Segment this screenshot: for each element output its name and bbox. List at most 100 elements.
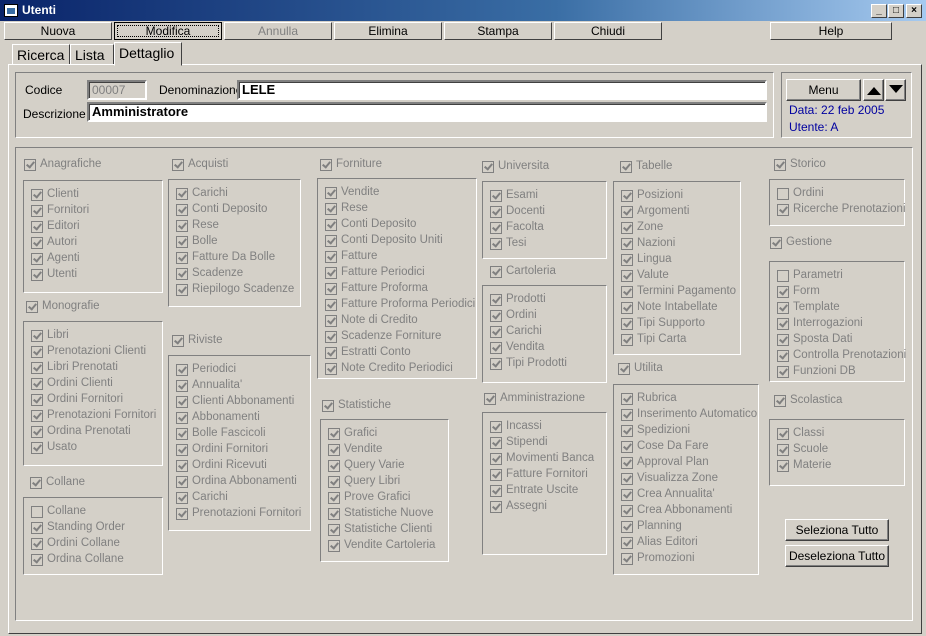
- checkbox-acquisti-scadenze[interactable]: Scadenze: [176, 267, 243, 282]
- checkbox-collane-collane[interactable]: Collane: [31, 505, 86, 520]
- checkbox-gestione-form[interactable]: Form: [777, 285, 820, 300]
- maximize-button[interactable]: □: [888, 4, 904, 18]
- checkbox-tabelle-nazioni[interactable]: Nazioni: [621, 237, 675, 252]
- checkbox-storico-ordini[interactable]: Ordini: [777, 187, 824, 202]
- checkbox-forniture-fatture-proforma[interactable]: Fatture Proforma: [325, 282, 428, 297]
- checkbox-riviste-annualita[interactable]: Annualita': [176, 379, 242, 394]
- checkbox-universita-tesi[interactable]: Tesi: [490, 237, 526, 252]
- group-universita-checkbox[interactable]: Universita: [482, 160, 549, 175]
- checkbox-forniture-conti-deposito-uniti[interactable]: Conti Deposito Uniti: [325, 234, 443, 249]
- checkbox-anagrafiche-clienti[interactable]: Clienti: [31, 188, 79, 203]
- checkbox-tabelle-tipi-carta[interactable]: Tipi Carta: [621, 333, 686, 348]
- checkbox-forniture-fatture-proforma-periodici[interactable]: Fatture Proforma Periodici: [325, 298, 475, 313]
- group-monografie-checkbox[interactable]: Monografie: [26, 300, 100, 315]
- checkbox-amministrazione-movimenti-banca[interactable]: Movimenti Banca: [490, 452, 594, 467]
- checkbox-cartoleria-carichi[interactable]: Carichi: [490, 325, 542, 340]
- checkbox-utilita-planning[interactable]: Planning: [621, 520, 682, 535]
- checkbox-statistiche-prove-grafici[interactable]: Prove Grafici: [328, 491, 410, 506]
- checkbox-universita-docenti[interactable]: Docenti: [490, 205, 545, 220]
- checkbox-riviste-abbonamenti[interactable]: Abbonamenti: [176, 411, 260, 426]
- checkbox-universita-facolta[interactable]: Facolta: [490, 221, 544, 236]
- checkbox-amministrazione-stipendi[interactable]: Stipendi: [490, 436, 548, 451]
- up-arrow-button[interactable]: [863, 79, 884, 101]
- checkbox-monografie-libri-prenotati[interactable]: Libri Prenotati: [31, 361, 118, 376]
- codice-field[interactable]: 00007: [87, 80, 147, 100]
- group-tabelle-checkbox[interactable]: Tabelle: [620, 160, 672, 175]
- checkbox-utilita-crea-abbonamenti[interactable]: Crea Abbonamenti: [621, 504, 732, 519]
- checkbox-tabelle-note-intabellate[interactable]: Note Intabellate: [621, 301, 718, 316]
- group-gestione-checkbox[interactable]: Gestione: [770, 236, 832, 251]
- checkbox-anagrafiche-fornitori[interactable]: Fornitori: [31, 204, 89, 219]
- group-acquisti-checkbox[interactable]: Acquisti: [172, 158, 228, 173]
- deseleziona-tutto-button[interactable]: Deseleziona Tutto: [785, 545, 889, 567]
- nuova-button[interactable]: Nuova: [4, 22, 112, 40]
- checkbox-monografie-libri[interactable]: Libri: [31, 329, 69, 344]
- modifica-button[interactable]: Modifica: [114, 22, 222, 40]
- checkbox-gestione-funzioni-db[interactable]: Funzioni DB: [777, 365, 856, 380]
- checkbox-riviste-periodici[interactable]: Periodici: [176, 363, 236, 378]
- checkbox-storico-ricerche-prenotazioni[interactable]: Ricerche Prenotazioni: [777, 203, 906, 218]
- checkbox-forniture-note-di-credito[interactable]: Note di Credito: [325, 314, 418, 329]
- checkbox-monografie-ordina-prenotati[interactable]: Ordina Prenotati: [31, 425, 131, 440]
- checkbox-acquisti-riepilogo-scadenze[interactable]: Riepilogo Scadenze: [176, 283, 294, 298]
- close-button[interactable]: ×: [906, 4, 922, 18]
- tab-lista[interactable]: Lista: [70, 44, 114, 65]
- checkbox-statistiche-vendite[interactable]: Vendite: [328, 443, 382, 458]
- checkbox-acquisti-fatture-da-bolle[interactable]: Fatture Da Bolle: [176, 251, 275, 266]
- checkbox-scolastica-classi[interactable]: Classi: [777, 427, 824, 442]
- help-button[interactable]: Help: [770, 22, 892, 40]
- checkbox-tabelle-argomenti[interactable]: Argomenti: [621, 205, 689, 220]
- checkbox-forniture-conti-deposito[interactable]: Conti Deposito: [325, 218, 416, 233]
- checkbox-scolastica-scuole[interactable]: Scuole: [777, 443, 828, 458]
- checkbox-acquisti-carichi[interactable]: Carichi: [176, 187, 228, 202]
- menu-button[interactable]: Menu: [786, 79, 861, 101]
- checkbox-forniture-fatture[interactable]: Fatture: [325, 250, 377, 265]
- checkbox-riviste-ordina-abbonamenti[interactable]: Ordina Abbonamenti: [176, 475, 297, 490]
- tab-dettaglio[interactable]: Dettaglio: [114, 42, 182, 66]
- checkbox-forniture-note-credito-periodici[interactable]: Note Credito Periodici: [325, 362, 453, 377]
- checkbox-gestione-interrogazioni[interactable]: Interrogazioni: [777, 317, 863, 332]
- checkbox-statistiche-statistiche-nuove[interactable]: Statistiche Nuove: [328, 507, 434, 522]
- checkbox-scolastica-materie[interactable]: Materie: [777, 459, 831, 474]
- down-arrow-button[interactable]: [885, 79, 906, 101]
- checkbox-statistiche-query-libri[interactable]: Query Libri: [328, 475, 400, 490]
- group-amministrazione-checkbox[interactable]: Amministrazione: [484, 392, 585, 407]
- annulla-button[interactable]: Annulla: [224, 22, 332, 40]
- checkbox-anagrafiche-editori[interactable]: Editori: [31, 220, 80, 235]
- group-scolastica-checkbox[interactable]: Scolastica: [774, 394, 842, 409]
- checkbox-forniture-vendite[interactable]: Vendite: [325, 186, 379, 201]
- checkbox-collane-ordini-collane[interactable]: Ordini Collane: [31, 537, 120, 552]
- checkbox-gestione-controlla-prenotazioni[interactable]: Controlla Prenotazioni: [777, 349, 906, 364]
- group-forniture-checkbox[interactable]: Forniture: [320, 158, 382, 173]
- checkbox-forniture-fatture-periodici[interactable]: Fatture Periodici: [325, 266, 425, 281]
- checkbox-anagrafiche-agenti[interactable]: Agenti: [31, 252, 80, 267]
- checkbox-gestione-parametri[interactable]: Parametri: [777, 269, 843, 284]
- checkbox-utilita-visualizza-zone[interactable]: Visualizza Zone: [621, 472, 718, 487]
- group-statistiche-checkbox[interactable]: Statistiche: [322, 399, 391, 414]
- checkbox-utilita-rubrica[interactable]: Rubrica: [621, 392, 677, 407]
- group-riviste-checkbox[interactable]: Riviste: [172, 334, 223, 349]
- checkbox-statistiche-grafici[interactable]: Grafici: [328, 427, 377, 442]
- checkbox-cartoleria-ordini[interactable]: Ordini: [490, 309, 537, 324]
- group-collane-checkbox[interactable]: Collane: [30, 476, 85, 491]
- checkbox-monografie-prenotazioni-fornitori[interactable]: Prenotazioni Fornitori: [31, 409, 156, 424]
- checkbox-anagrafiche-autori[interactable]: Autori: [31, 236, 77, 251]
- checkbox-gestione-sposta-dati[interactable]: Sposta Dati: [777, 333, 852, 348]
- checkbox-acquisti-bolle[interactable]: Bolle: [176, 235, 218, 250]
- group-utilita-checkbox[interactable]: Utilita: [618, 362, 663, 377]
- checkbox-forniture-rese[interactable]: Rese: [325, 202, 368, 217]
- checkbox-utilita-approval-plan[interactable]: Approval Plan: [621, 456, 709, 471]
- checkbox-universita-esami[interactable]: Esami: [490, 189, 538, 204]
- minimize-button[interactable]: _: [871, 4, 887, 18]
- checkbox-tabelle-posizioni[interactable]: Posizioni: [621, 189, 683, 204]
- checkbox-riviste-ordini-ricevuti[interactable]: Ordini Ricevuti: [176, 459, 267, 474]
- checkbox-forniture-estratti-conto[interactable]: Estratti Conto: [325, 346, 411, 361]
- checkbox-acquisti-conti-deposito[interactable]: Conti Deposito: [176, 203, 267, 218]
- checkbox-anagrafiche-utenti[interactable]: Utenti: [31, 268, 77, 283]
- checkbox-collane-standing-order[interactable]: Standing Order: [31, 521, 125, 536]
- checkbox-forniture-scadenze-forniture[interactable]: Scadenze Forniture: [325, 330, 441, 345]
- checkbox-riviste-bolle-fascicoli[interactable]: Bolle Fascicoli: [176, 427, 266, 442]
- seleziona-tutto-button[interactable]: Seleziona Tutto: [785, 519, 889, 541]
- checkbox-statistiche-query-varie[interactable]: Query Varie: [328, 459, 405, 474]
- checkbox-statistiche-vendite-cartoleria[interactable]: Vendite Cartoleria: [328, 539, 435, 554]
